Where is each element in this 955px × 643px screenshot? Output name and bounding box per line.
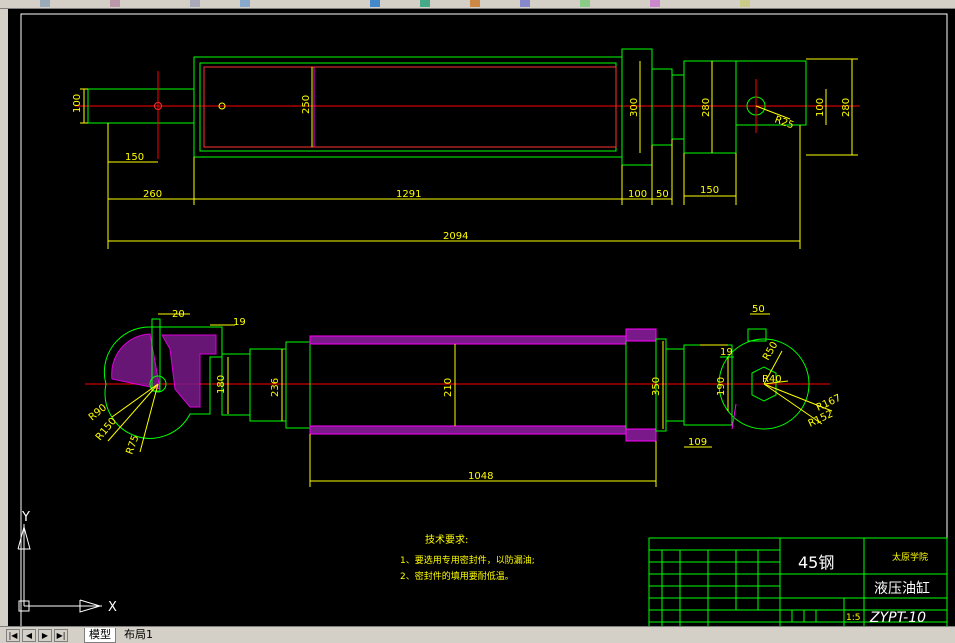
tab-layout1[interactable]: 布局1 [120, 628, 157, 642]
top-dimensions [80, 58, 858, 249]
dim-label: 150 [700, 185, 719, 196]
barrel [193, 56, 623, 158]
tool-icon[interactable] [740, 0, 750, 7]
dim-label: 300 [629, 98, 640, 117]
dim-label: 20 [172, 309, 185, 320]
tool-icon[interactable] [190, 0, 200, 7]
dim-label: 280 [841, 98, 852, 117]
notes-title: 技术要求: [425, 533, 468, 546]
barrel-section [309, 335, 627, 435]
notes-line: 1、要选用专用密封件，以防漏油; [400, 554, 535, 566]
dim-label: R75 [124, 434, 141, 456]
dim-label: 280 [701, 98, 712, 117]
dim-label: 1291 [396, 189, 421, 200]
tool-icon[interactable] [580, 0, 590, 7]
dim-label: 19 [233, 317, 246, 328]
dim-label: 100 [815, 98, 826, 117]
tool-icon[interactable] [650, 0, 660, 7]
notes-line: 2、密封件的填用要耐低温。 [400, 570, 514, 582]
dim-label: 100 [628, 189, 647, 200]
dim-label: 150 [125, 152, 144, 163]
dim-label: 2094 [443, 231, 468, 242]
tool-icon[interactable] [520, 0, 530, 7]
tool-icon[interactable] [110, 0, 120, 7]
prev-tab-button[interactable]: ◀ [22, 629, 36, 642]
dim-label: 180 [216, 375, 227, 394]
next-tab-button[interactable]: ▶ [38, 629, 52, 642]
dim-label: R40 [762, 374, 782, 385]
last-tab-button[interactable]: ▶| [54, 629, 68, 642]
dim-label: 190 [716, 377, 727, 396]
ucs-y-label: Y [21, 510, 30, 525]
school-name: 太原学院 [892, 551, 928, 563]
tool-icon[interactable] [240, 0, 250, 7]
dim-label: 210 [443, 378, 454, 397]
first-tab-button[interactable]: |◀ [6, 629, 20, 642]
dim-label: R90 [87, 402, 109, 423]
dim-label: 109 [688, 437, 707, 448]
dim-label: 350 [651, 377, 662, 396]
tool-icon[interactable] [40, 0, 50, 7]
cad-toolbar [0, 0, 955, 9]
dim-label: 50 [656, 189, 669, 200]
tool-icon[interactable] [370, 0, 380, 7]
ucs-x-label: X [108, 600, 117, 615]
dim-label: 19 [720, 347, 733, 358]
top-view [75, 48, 860, 166]
layout-tab-bar: |◀ ◀ ▶ ▶| 模型 布局1 [0, 626, 955, 643]
dim-label: 236 [270, 378, 281, 397]
dim-label: 250 [301, 95, 312, 114]
drawing-number: ZYPT-10 [869, 610, 926, 626]
tool-icon[interactable] [470, 0, 480, 7]
dim-label: 1048 [468, 471, 493, 482]
part-name: 液压油缸 [874, 580, 930, 597]
dim-label: 100 [72, 94, 83, 113]
drawing-canvas[interactable]: 100 250 300 280 100 280 150 260 1291 100… [0, 9, 955, 626]
tool-icon[interactable] [420, 0, 430, 7]
dim-label: 50 [752, 304, 765, 315]
ucs-icon [17, 524, 102, 613]
scale-value: 1:5 [846, 613, 860, 623]
dim-label: 260 [143, 189, 162, 200]
material-label: 45钢 [798, 553, 834, 572]
tab-model[interactable]: 模型 [84, 628, 116, 643]
dim-label: R25 [773, 114, 795, 131]
technical-notes: 技术要求: 1、要选用专用密封件，以防漏油; 2、密封件的填用要耐低温。 [400, 533, 535, 582]
